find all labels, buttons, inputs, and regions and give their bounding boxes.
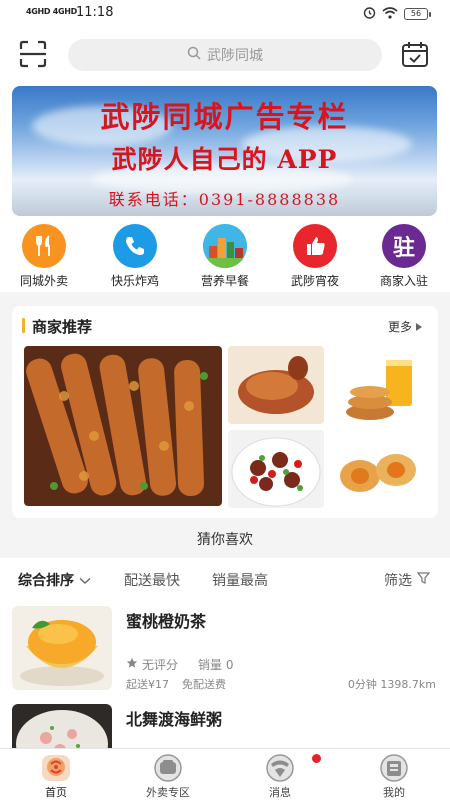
- category-label: 同城外卖: [19, 274, 68, 288]
- sort-fastest-delivery[interactable]: 配送最快: [124, 570, 180, 590]
- filter-icon: [416, 572, 431, 588]
- filter-button[interactable]: 筛选: [384, 570, 431, 590]
- signal-indicator: 4GHD 4GHD: [26, 7, 78, 16]
- star-icon: [126, 657, 138, 672]
- shop-rating: 无评分: [142, 658, 179, 672]
- shop-delivery-row: 起送¥17 免配送费: [126, 676, 226, 692]
- category-late-night[interactable]: 武陟宵夜: [275, 224, 355, 289]
- search-icon: [187, 46, 201, 64]
- food-image-pastry-juice[interactable]: [330, 346, 426, 424]
- takeout-icon: [151, 753, 185, 783]
- tab-profile[interactable]: 我的: [354, 753, 434, 800]
- shop-distance: 0分钟 1398.7km: [347, 678, 436, 691]
- tab-takeout[interactable]: 外卖专区: [128, 753, 208, 800]
- category-breakfast[interactable]: 营养早餐: [185, 224, 265, 289]
- message-icon: [263, 753, 297, 783]
- tab-label: 外卖专区: [146, 786, 190, 799]
- banner-subtitle: 武陟人自己的 APP: [111, 145, 338, 174]
- banner-contact: 联系电话：0391-8888838: [108, 190, 341, 209]
- sort-comprehensive[interactable]: 综合排序: [18, 570, 91, 590]
- scan-icon[interactable]: [18, 40, 48, 68]
- shop-delivery-fee: 免配送费: [182, 678, 226, 691]
- chevron-down-icon: [79, 573, 91, 589]
- shop-rating-row: 无评分 销量 0: [126, 656, 233, 673]
- home-icon: [39, 753, 73, 783]
- more-link[interactable]: 更多: [388, 318, 422, 335]
- category-label: 营养早餐: [200, 274, 249, 288]
- shop-name: 北舞渡海鲜粥: [126, 710, 223, 729]
- category-label: 武陟宵夜: [290, 274, 339, 288]
- tab-home[interactable]: 首页: [16, 753, 96, 800]
- recommend-title: 商家推荐: [22, 316, 92, 337]
- top-bar: 武陟同城: [0, 28, 450, 82]
- ad-banner[interactable]: 武陟同城广告专栏 武陟人自己的 APP 联系电话：0391-8888838: [12, 86, 437, 216]
- merchant-recommend-card: 商家推荐 更多: [12, 306, 438, 518]
- food-image-mooncake[interactable]: [330, 430, 426, 508]
- shop-thumbnail: [12, 606, 112, 690]
- category-label: 快乐炸鸡: [110, 274, 159, 288]
- shop-list-section: 综合排序 配送最快 销量最高 筛选 蜜桃橙奶茶 无评分 销量 0 起送¥17 免…: [0, 558, 450, 748]
- sort-label: 综合排序: [18, 573, 74, 589]
- alarm-icon: [363, 6, 376, 22]
- bottom-tab-bar: 首页 外卖专区 消息 我的: [0, 748, 450, 800]
- shop-name: 蜜桃橙奶茶: [126, 612, 207, 631]
- sort-bar: 综合排序 配送最快 销量最高 筛选: [0, 558, 450, 598]
- food-image-stir-fry[interactable]: [228, 430, 324, 508]
- filter-label: 筛选: [384, 573, 412, 589]
- status-bar: 4GHD 4GHD 11:18 56: [0, 0, 450, 28]
- unread-badge: [312, 754, 321, 763]
- thumbs-up-icon: [293, 224, 337, 268]
- shop-item[interactable]: 北舞渡海鲜粥: [0, 704, 450, 748]
- category-takeout[interactable]: 同城外卖: [4, 224, 84, 289]
- shop-item[interactable]: 蜜桃橙奶茶 无评分 销量 0 起送¥17 免配送费 0分钟 1398.7km: [0, 606, 450, 704]
- calendar-icon[interactable]: [400, 40, 430, 68]
- category-label: 商家入驻: [379, 274, 428, 288]
- home-top-section: 武陟同城广告专栏 武陟人自己的 APP 联系电话：0391-8888838 同城…: [0, 82, 450, 292]
- fork-knife-icon: [22, 224, 66, 268]
- food-image-roast-chicken[interactable]: [228, 346, 324, 424]
- food-image-squid[interactable]: [24, 346, 222, 506]
- tab-messages[interactable]: 消息: [240, 753, 320, 800]
- shop-sales: 销量 0: [198, 658, 234, 672]
- category-fried-chicken[interactable]: 快乐炸鸡: [95, 224, 175, 289]
- sort-top-sales[interactable]: 销量最高: [212, 570, 268, 590]
- guess-you-like-heading: 猜你喜欢: [197, 532, 253, 548]
- more-label: 更多: [387, 320, 412, 334]
- tab-label: 我的: [383, 786, 405, 799]
- banner-title: 武陟同城广告专栏: [100, 100, 349, 134]
- search-input[interactable]: 武陟同城: [68, 39, 382, 71]
- shop-min-order: 起送¥17: [126, 678, 169, 691]
- phone-icon: [113, 224, 157, 268]
- status-time: 11:18: [76, 5, 114, 20]
- status-right: 56: [363, 6, 431, 22]
- profile-icon: [377, 753, 411, 783]
- battery-icon: 56: [404, 8, 431, 20]
- zhu-glyph-icon: 驻: [382, 224, 426, 268]
- arrow-right-icon: [416, 323, 422, 331]
- city-icon: [203, 224, 247, 268]
- tab-label: 首页: [45, 786, 67, 799]
- category-merchant-join[interactable]: 驻 商家入驻: [364, 224, 444, 289]
- category-grid: 同城外卖 快乐炸鸡 营养早餐 武陟宵夜 驻 商家入驻: [0, 224, 450, 290]
- wifi-icon: [382, 6, 398, 22]
- shop-thumbnail: [12, 704, 112, 748]
- search-placeholder: 武陟同城: [207, 48, 263, 64]
- tab-label: 消息: [269, 786, 291, 799]
